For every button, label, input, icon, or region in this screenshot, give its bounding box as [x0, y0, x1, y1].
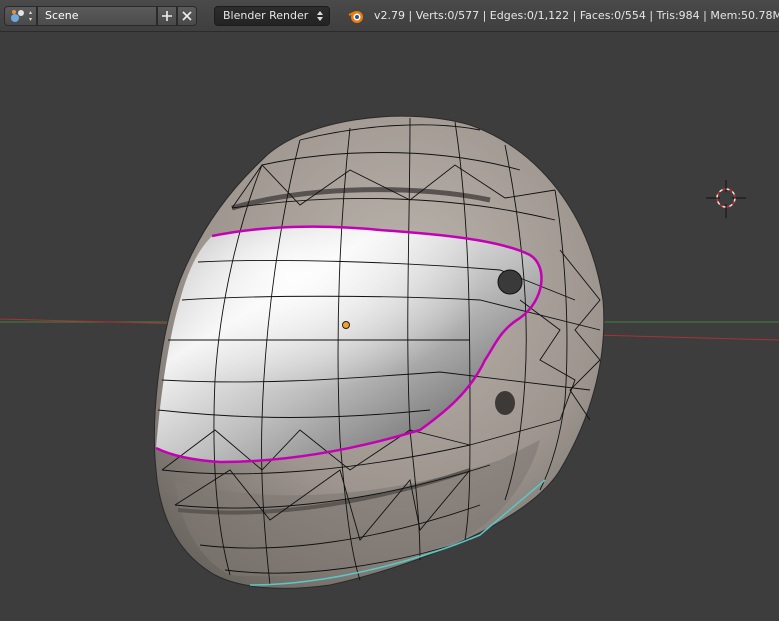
helmet-mesh[interactable]: [153, 115, 605, 589]
visor-pivot: [497, 269, 523, 295]
viewport-canvas[interactable]: [0, 32, 779, 617]
dropdown-arrows-icon: [317, 11, 323, 21]
object-origin-icon: [342, 321, 350, 329]
blender-logo-icon: [348, 11, 363, 23]
render-engine-label: Blender Render: [223, 9, 309, 22]
3d-viewport[interactable]: [0, 32, 779, 617]
x-icon: [182, 11, 192, 21]
scene-statistics: v2.79 | Verts:0/577 | Edges:0/1,122 | Fa…: [374, 9, 779, 22]
add-scene-button[interactable]: [157, 6, 177, 26]
plus-icon: [162, 11, 172, 21]
3d-cursor-icon[interactable]: [706, 180, 746, 218]
info-header: Scene Blender Render v2.79 | Verts:0/577…: [0, 0, 779, 32]
delete-scene-button[interactable]: [177, 6, 197, 26]
scene-selector-button[interactable]: [4, 6, 37, 26]
scene-name-field[interactable]: Scene: [37, 6, 157, 26]
side-vent: [495, 391, 515, 415]
scene-data-icon: [11, 10, 32, 22]
render-engine-dropdown[interactable]: Blender Render: [214, 6, 330, 26]
